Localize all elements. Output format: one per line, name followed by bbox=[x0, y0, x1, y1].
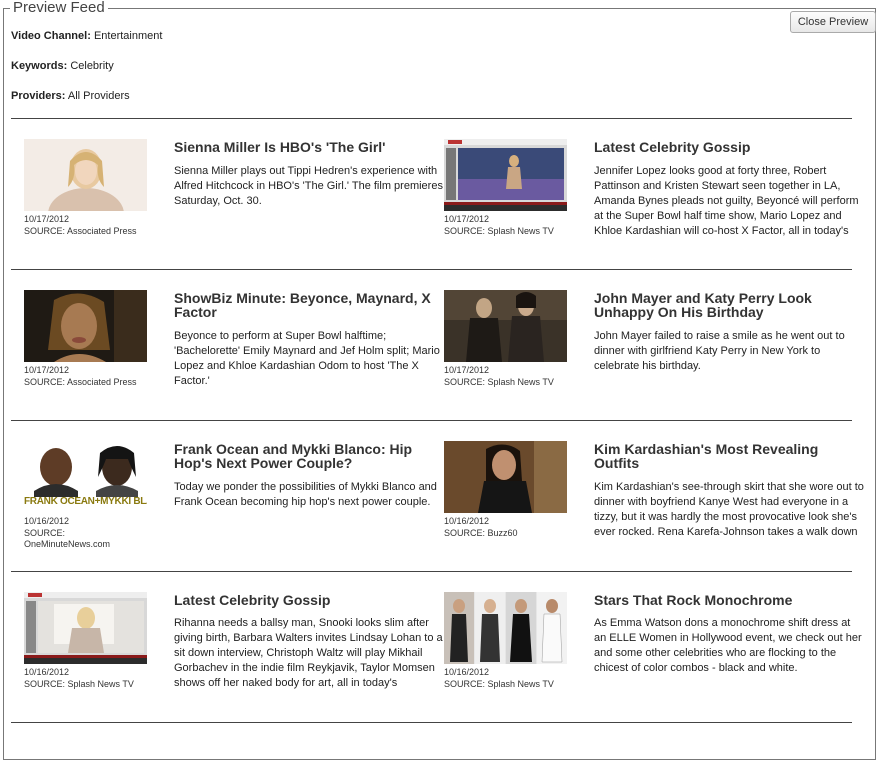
feed-item[interactable]: 10/17/2012 SOURCE: Associated Press Show… bbox=[24, 290, 442, 410]
item-title[interactable]: ShowBiz Minute: Beyonce, Maynard, X Fact… bbox=[174, 291, 432, 319]
meta-keywords: Keywords: Celebrity bbox=[11, 60, 114, 72]
feed-item[interactable]: 10/17/2012 SOURCE: Splash News TV Latest… bbox=[444, 139, 862, 259]
meta-providers: Providers: All Providers bbox=[11, 90, 130, 102]
thumbnail-image bbox=[444, 441, 567, 513]
close-preview-button[interactable]: Close Preview bbox=[790, 11, 876, 33]
row-divider bbox=[11, 118, 852, 119]
item-source: SOURCE: Splash News TV bbox=[444, 226, 554, 236]
panel-legend: Preview Feed bbox=[13, 0, 105, 16]
item-description: As Emma Watson dons a monochrome shift d… bbox=[594, 617, 862, 674]
item-description: Today we ponder the possibilities of Myk… bbox=[174, 481, 437, 508]
item-source: SOURCE: Associated Press bbox=[24, 377, 137, 387]
video-thumbnail[interactable] bbox=[24, 290, 147, 362]
video-thumbnail[interactable] bbox=[24, 139, 147, 211]
item-date: 10/17/2012 bbox=[24, 214, 70, 224]
video-thumbnail[interactable] bbox=[24, 592, 147, 664]
item-date: 10/16/2012 bbox=[444, 667, 490, 677]
item-description: Rihanna needs a ballsy man, Snooki looks… bbox=[174, 617, 443, 689]
item-title[interactable]: Kim Kardashian's Most Revealing Outfits bbox=[594, 442, 852, 470]
video-thumbnail[interactable] bbox=[444, 290, 567, 362]
thumbnail-image bbox=[444, 290, 567, 362]
row-divider bbox=[11, 722, 852, 723]
video-thumbnail[interactable]: FRANK OCEAN+MYKKI BLANCO bbox=[24, 441, 147, 513]
video-thumbnail[interactable] bbox=[444, 592, 567, 664]
thumbnail-image bbox=[24, 290, 147, 362]
item-source: SOURCE: Splash News TV bbox=[24, 679, 134, 689]
item-date: 10/16/2012 bbox=[24, 667, 70, 677]
meta-video-channel: Video Channel: Entertainment bbox=[11, 30, 162, 42]
feed-item[interactable]: 10/16/2012 SOURCE: Buzz60 Kim Kardashian… bbox=[444, 441, 864, 561]
item-title[interactable]: Frank Ocean and Mykki Blanco: Hip Hop's … bbox=[174, 442, 432, 470]
item-date: 10/16/2012 bbox=[24, 516, 70, 526]
feed-item[interactable]: 10/16/2012 SOURCE: Splash News TV Stars … bbox=[444, 592, 862, 712]
feed-item[interactable]: 10/17/2012 SOURCE: Associated Press Sien… bbox=[24, 139, 443, 259]
thumbnail-caption: FRANK OCEAN+MYKKI BLANCO bbox=[24, 496, 147, 507]
item-title[interactable]: Sienna Miller Is HBO's 'The Girl' bbox=[174, 140, 432, 154]
meta-label: Keywords: bbox=[11, 60, 68, 72]
item-date: 10/17/2012 bbox=[444, 365, 490, 375]
item-description: John Mayer failed to raise a smile as he… bbox=[594, 330, 845, 372]
thumbnail-image bbox=[24, 139, 147, 211]
video-thumbnail[interactable] bbox=[444, 441, 567, 513]
item-source: SOURCE: OneMinuteNews.com bbox=[24, 528, 111, 549]
row-divider bbox=[11, 571, 852, 572]
meta-value: Celebrity bbox=[70, 60, 114, 72]
item-source: SOURCE: Splash News TV bbox=[444, 679, 554, 689]
thumbnail-image bbox=[444, 592, 567, 664]
feed-item[interactable]: 10/17/2012 SOURCE: Splash News TV John M… bbox=[444, 290, 862, 410]
meta-label: Video Channel: bbox=[11, 30, 91, 42]
feed-item[interactable]: 10/16/2012 SOURCE: Splash News TV Latest… bbox=[24, 592, 443, 712]
item-description: Beyonce to perform at Super Bowl halftim… bbox=[174, 330, 440, 387]
meta-value: Entertainment bbox=[93, 30, 163, 42]
thumbnail-image bbox=[24, 592, 147, 664]
item-title[interactable]: Stars That Rock Monochrome bbox=[594, 593, 852, 607]
item-title[interactable]: Latest Celebrity Gossip bbox=[174, 593, 432, 607]
item-date: 10/17/2012 bbox=[444, 214, 490, 224]
item-title[interactable]: John Mayer and Katy Perry Look Unhappy O… bbox=[594, 291, 852, 319]
item-description: Jennifer Lopez looks good at forty three… bbox=[594, 165, 859, 237]
video-thumbnail[interactable] bbox=[444, 139, 567, 211]
item-description: Sienna Miller plays out Tippi Hedren's e… bbox=[174, 165, 443, 207]
item-source: SOURCE: Buzz60 bbox=[444, 528, 518, 538]
item-source: SOURCE: Associated Press bbox=[24, 226, 137, 236]
item-description: Kim Kardashian's see-through skirt that … bbox=[594, 481, 864, 538]
feed-item[interactable]: FRANK OCEAN+MYKKI BLANCO 10/16/2012 SOUR… bbox=[24, 441, 442, 561]
item-source: SOURCE: Splash News TV bbox=[444, 377, 554, 387]
item-title[interactable]: Latest Celebrity Gossip bbox=[594, 140, 852, 154]
item-date: 10/16/2012 bbox=[444, 516, 490, 526]
meta-label: Providers: bbox=[11, 90, 66, 102]
row-divider bbox=[11, 420, 852, 421]
thumbnail-image bbox=[444, 139, 567, 211]
meta-value: All Providers bbox=[67, 90, 130, 102]
row-divider bbox=[11, 269, 852, 270]
item-date: 10/17/2012 bbox=[24, 365, 70, 375]
